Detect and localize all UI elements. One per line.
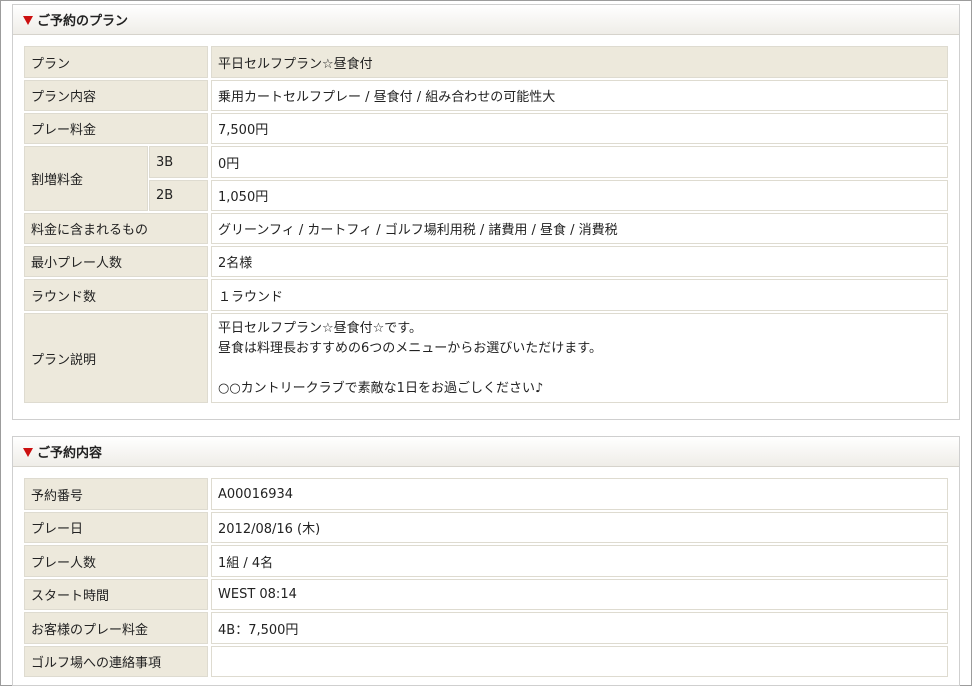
plan-panel-title: ご予約のプラン <box>37 14 129 29</box>
window-frame: ご予約のプラン プラン 平日セルフプラン☆昼食付 プラン内容 乗用カートセルフプ… <box>0 0 972 686</box>
triangle-down-icon <box>23 447 33 457</box>
description-line: 平日セルフプラン☆昼食付☆です。 <box>218 321 423 336</box>
triangle-down-icon <box>23 15 33 25</box>
surcharge-3b-label: 3B <box>149 146 208 178</box>
surcharge-sub-rows: 3B 0円 2B 1,050円 <box>149 146 948 211</box>
table-row: プラン内容 乗用カートセルフプレー / 昼食付 / 組み合わせの可能性大 <box>24 80 948 111</box>
start-time-label: スタート時間 <box>24 579 208 610</box>
plan-description-value: 平日セルフプラン☆昼食付☆です。 昼食は料理長おすすめの6つのメニューからお選び… <box>211 313 948 403</box>
table-row: 3B 0円 <box>149 146 948 178</box>
surcharge-label: 割増料金 <box>24 146 148 211</box>
table-row: 予約番号 A00016934 <box>24 478 948 510</box>
table-row: プレー料金 7,500円 <box>24 113 948 144</box>
reservation-number-value: A00016934 <box>211 478 948 510</box>
table-row: 2B 1,050円 <box>149 180 948 211</box>
included-value: グリーンフィ / カートフィ / ゴルフ場利用税 / 諸費用 / 昼食 / 消費… <box>211 213 948 244</box>
plan-description-label: プラン説明 <box>24 313 208 403</box>
table-row: ラウンド数 １ラウンド <box>24 279 948 311</box>
min-players-value: 2名様 <box>211 246 948 277</box>
included-label: 料金に含まれるもの <box>24 213 208 244</box>
rounds-value: １ラウンド <box>211 279 948 311</box>
plan-content-value: 乗用カートセルフプレー / 昼食付 / 組み合わせの可能性大 <box>211 80 948 111</box>
table-row: プレー日 2012/08/16 (木) <box>24 512 948 543</box>
notes-label: ゴルフ場への連絡事項 <box>24 646 208 677</box>
table-row: プレー人数 1組 / 4名 <box>24 545 948 577</box>
players-value: 1組 / 4名 <box>211 545 948 577</box>
customer-fee-value: 4B：7,500円 <box>211 612 948 644</box>
plan-panel-header: ご予約のプラン <box>13 5 959 35</box>
customer-fee-label: お客様のプレー料金 <box>24 612 208 644</box>
plan-label: プラン <box>24 46 208 78</box>
table-row: 最小プレー人数 2名様 <box>24 246 948 277</box>
table-row: プラン説明 平日セルフプラン☆昼食付☆です。 昼食は料理長おすすめの6つのメニュ… <box>24 313 948 403</box>
start-time-value: WEST 08:14 <box>211 579 948 610</box>
players-label: プレー人数 <box>24 545 208 577</box>
plan-panel: ご予約のプラン プラン 平日セルフプラン☆昼食付 プラン内容 乗用カートセルフプ… <box>12 4 960 420</box>
play-fee-label: プレー料金 <box>24 113 208 144</box>
play-date-label: プレー日 <box>24 512 208 543</box>
table-row: スタート時間 WEST 08:14 <box>24 579 948 610</box>
play-fee-value: 7,500円 <box>211 113 948 144</box>
play-date-value: 2012/08/16 (木) <box>211 512 948 543</box>
reservation-panel-header: ご予約内容 <box>13 437 959 467</box>
min-players-label: 最小プレー人数 <box>24 246 208 277</box>
surcharge-2b-label: 2B <box>149 180 208 211</box>
surcharge-group: 割増料金 3B 0円 2B 1,050円 <box>24 146 948 211</box>
surcharge-2b-value: 1,050円 <box>211 180 948 211</box>
plan-content-label: プラン内容 <box>24 80 208 111</box>
description-line: 昼食は料理長おすすめの6つのメニューからお選びいただけます。 <box>218 341 602 356</box>
table-row: プラン 平日セルフプラン☆昼食付 <box>24 46 948 78</box>
table-row: お客様のプレー料金 4B：7,500円 <box>24 612 948 644</box>
plan-value: 平日セルフプラン☆昼食付 <box>211 46 948 78</box>
description-line: ○○カントリークラブで素敵な1日をお過ごしください♪ <box>218 381 544 396</box>
surcharge-3b-value: 0円 <box>211 146 948 178</box>
reservation-number-label: 予約番号 <box>24 478 208 510</box>
table-row: 料金に含まれるもの グリーンフィ / カートフィ / ゴルフ場利用税 / 諸費用… <box>24 213 948 244</box>
rounds-label: ラウンド数 <box>24 279 208 311</box>
table-row: ゴルフ場への連絡事項 <box>24 646 948 677</box>
reservation-panel-title: ご予約内容 <box>37 446 103 461</box>
reservation-panel: ご予約内容 予約番号 A00016934 プレー日 2012/08/16 (木)… <box>12 436 960 686</box>
notes-value <box>211 646 948 677</box>
